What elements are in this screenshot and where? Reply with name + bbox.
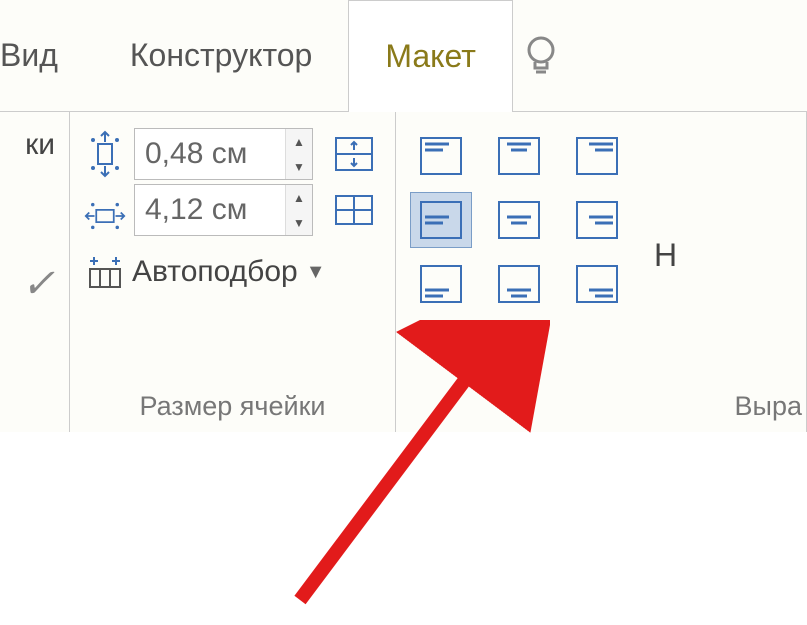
ribbon-tabs: Вид Конструктор Макет xyxy=(0,0,807,112)
tell-me-icon[interactable] xyxy=(513,0,569,111)
autofit-icon xyxy=(84,246,126,298)
row-height-icon xyxy=(84,128,126,180)
align-bottom-center[interactable] xyxy=(488,256,550,312)
column-width-input[interactable]: ▲ ▼ xyxy=(134,184,313,236)
autofit-label: Автоподбор xyxy=(132,255,298,289)
autofit-caret-icon: ▼ xyxy=(306,261,326,284)
alignment-grid xyxy=(410,128,628,383)
alignment-extra-text: Н xyxy=(654,128,677,383)
column-width-icon xyxy=(84,190,126,242)
column-width-up[interactable]: ▲ xyxy=(286,185,312,210)
distribute-columns-button[interactable] xyxy=(327,184,381,236)
column-width-down[interactable]: ▼ xyxy=(286,210,312,235)
align-top-right[interactable] xyxy=(566,128,628,184)
align-top-left[interactable] xyxy=(410,128,472,184)
align-center-center[interactable] xyxy=(488,192,550,248)
autofit-button[interactable]: Автоподбор ▼ xyxy=(84,246,381,298)
align-center-right[interactable] xyxy=(566,192,628,248)
align-bottom-right[interactable] xyxy=(566,256,628,312)
partial-left-group: ки ✓ xyxy=(0,112,70,432)
group-cell-size: ▲ ▼ ▲ ▼ xyxy=(70,112,396,432)
align-center-left[interactable] xyxy=(410,192,472,248)
tab-design[interactable]: Конструктор xyxy=(94,0,348,111)
group-alignment: Н Выра xyxy=(396,112,807,432)
align-bottom-left[interactable] xyxy=(410,256,472,312)
group-label-cell-size: Размер ячейки xyxy=(84,383,381,426)
row-height-down[interactable]: ▼ xyxy=(286,154,312,179)
group-label-alignment: Выра xyxy=(410,383,806,426)
row-height-input[interactable]: ▲ ▼ xyxy=(134,128,313,180)
partial-text-1: ки xyxy=(0,128,55,161)
column-width-field[interactable] xyxy=(135,185,285,235)
partial-text-2: ✓ xyxy=(0,261,55,307)
align-top-center[interactable] xyxy=(488,128,550,184)
tab-view[interactable]: Вид xyxy=(0,0,94,111)
distribute-rows-button[interactable] xyxy=(327,128,381,180)
row-height-up[interactable]: ▲ xyxy=(286,129,312,154)
row-height-field[interactable] xyxy=(135,129,285,179)
tab-layout[interactable]: Макет xyxy=(348,0,513,112)
ribbon-body: ки ✓ xyxy=(0,112,807,432)
